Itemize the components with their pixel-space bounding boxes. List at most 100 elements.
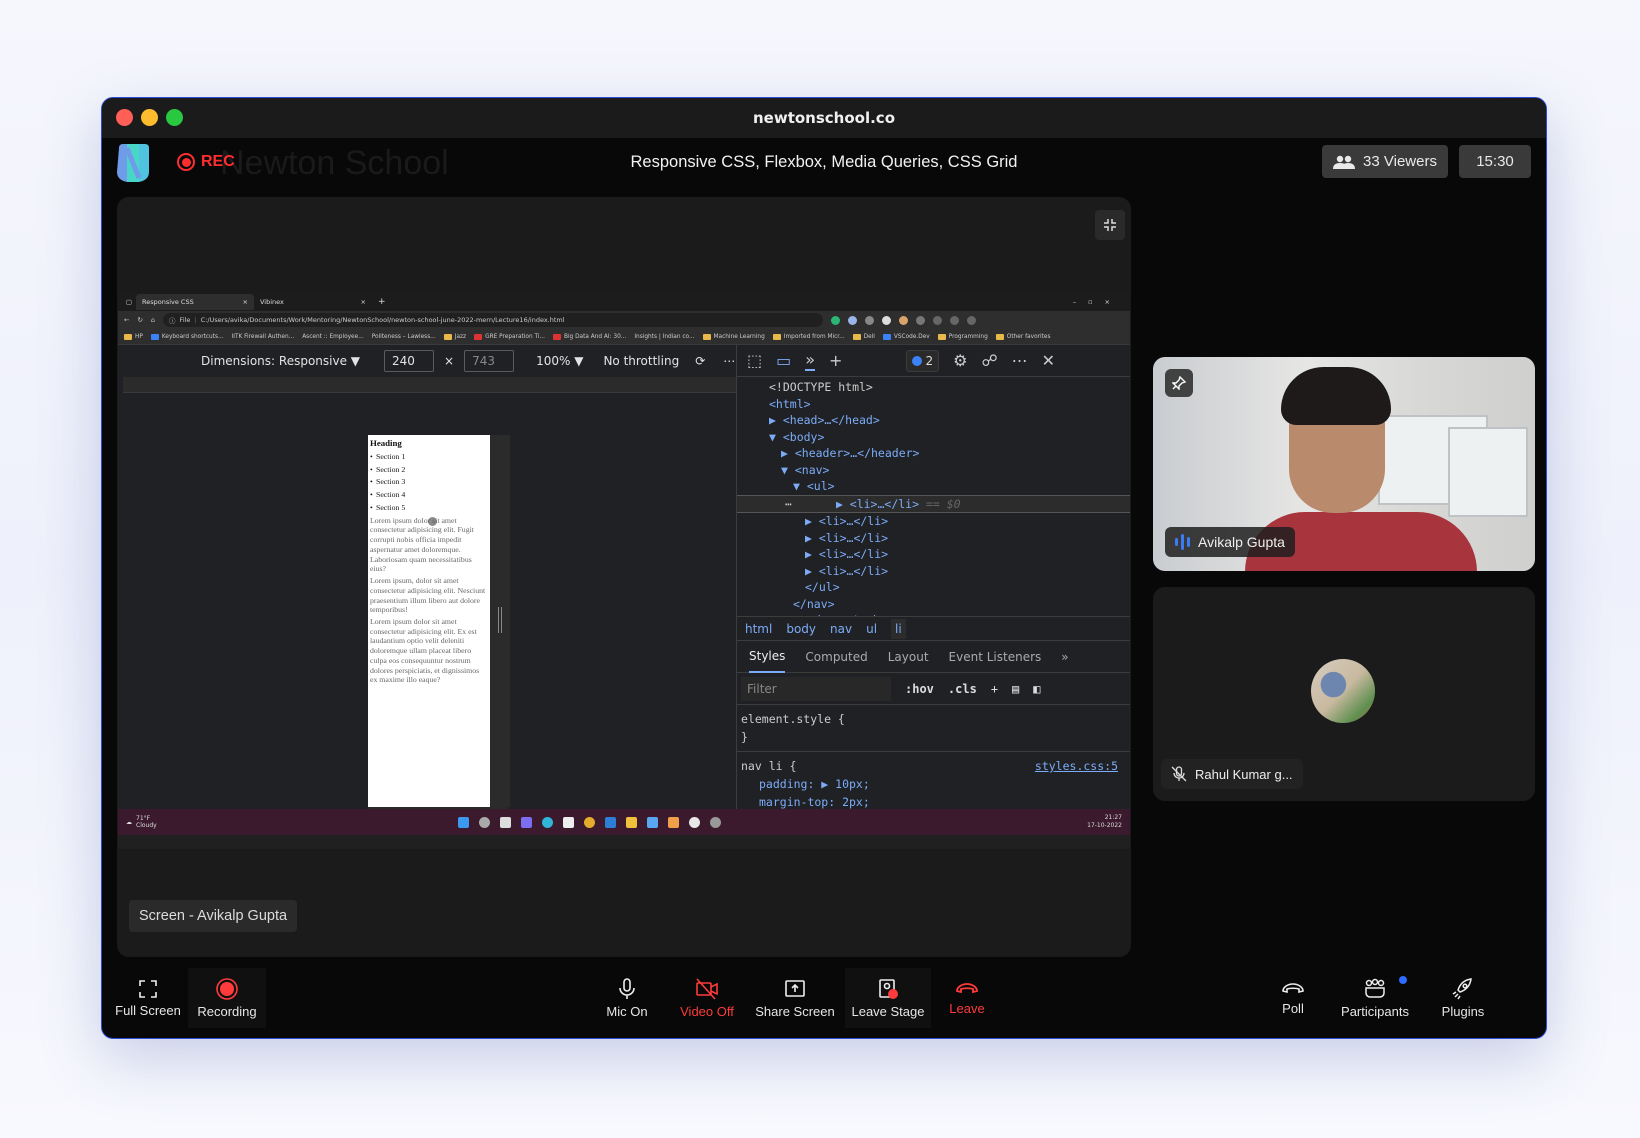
- vscode-icon[interactable]: [605, 816, 616, 828]
- minimize-window-button[interactable]: [141, 109, 158, 126]
- styles-filter-input[interactable]: Filter: [741, 676, 891, 701]
- rotate-icon[interactable]: ⟳: [695, 354, 705, 368]
- start-icon[interactable]: [458, 816, 469, 828]
- bookmark[interactable]: Jazz: [443, 333, 466, 340]
- feedback-icon[interactable]: ☍: [981, 351, 997, 370]
- breadcrumb-item[interactable]: body: [786, 622, 816, 636]
- add-tab-icon[interactable]: +: [829, 351, 842, 370]
- resize-handle-right[interactable]: [498, 607, 502, 633]
- bookmark-other-favorites[interactable]: Other favorites: [995, 333, 1051, 340]
- poll-button[interactable]: Poll: [1265, 968, 1321, 1028]
- paint-icon[interactable]: ▤: [1012, 682, 1019, 696]
- dom-node[interactable]: ▶ <header>…</header>: [737, 445, 1130, 462]
- more-tools-icon[interactable]: »: [805, 350, 816, 371]
- teams-icon[interactable]: [521, 816, 532, 828]
- app-icon[interactable]: [647, 816, 658, 828]
- height-input[interactable]: 743: [464, 350, 515, 372]
- bookmark[interactable]: Imported from Micr...: [772, 333, 845, 340]
- viewers-button[interactable]: 33 Viewers: [1322, 145, 1448, 178]
- node-actions-icon[interactable]: ⋯: [785, 497, 792, 511]
- nav-item[interactable]: Section 4: [370, 490, 488, 500]
- dimensions-dropdown[interactable]: Dimensions: Responsive ▼: [201, 354, 360, 368]
- mic-button[interactable]: Mic On: [592, 968, 662, 1028]
- participant-video-tile[interactable]: Avikalp Gupta: [1153, 357, 1535, 571]
- bookmark[interactable]: GRE Preparation Ti...: [474, 333, 545, 340]
- breadcrumb-item[interactable]: ul: [866, 622, 877, 636]
- breadcrumb-item[interactable]: li: [891, 618, 906, 639]
- tab-computed[interactable]: Computed: [805, 650, 867, 664]
- breadcrumb-item[interactable]: html: [745, 622, 772, 636]
- bookmark[interactable]: Big Data And AI: 30...: [552, 333, 626, 340]
- nav-item[interactable]: Section 5: [370, 503, 488, 513]
- app-icon[interactable]: [668, 816, 679, 828]
- bookmark[interactable]: Machine Learning: [702, 333, 765, 340]
- tab-layout[interactable]: Layout: [888, 650, 929, 664]
- reload-icon[interactable]: ↻: [137, 316, 142, 324]
- exit-fullscreen-button[interactable]: [1095, 210, 1125, 240]
- chrome-icon[interactable]: [584, 816, 595, 828]
- full-screen-button[interactable]: Full Screen: [110, 968, 186, 1028]
- nav-item[interactable]: Section 1: [370, 452, 488, 462]
- nav-item[interactable]: Section 2: [370, 465, 488, 475]
- close-window-button[interactable]: [116, 109, 133, 126]
- leave-stage-button[interactable]: Leave Stage: [845, 968, 931, 1028]
- tab-actions-icon[interactable]: ▢: [122, 298, 136, 306]
- home-icon[interactable]: ⌂: [151, 316, 155, 324]
- plugins-button[interactable]: Plugins: [1427, 968, 1499, 1028]
- bookmark[interactable]: VSCode.Dev: [882, 333, 930, 340]
- dom-node[interactable]: ⋯ ▶ <li>…</li> == $0: [737, 494, 1130, 513]
- new-rule-icon[interactable]: +: [991, 682, 998, 696]
- zoom-dropdown[interactable]: 100% ▼: [536, 354, 583, 368]
- tab-event-listeners[interactable]: Event Listeners: [949, 650, 1042, 664]
- dom-node[interactable]: <html>: [737, 396, 1130, 413]
- dom-node[interactable]: ▶ <head>…</head>: [737, 412, 1130, 429]
- task-view-icon[interactable]: [500, 816, 511, 828]
- extension-icon[interactable]: [916, 315, 926, 325]
- device-toggle-icon[interactable]: ▭: [776, 351, 791, 370]
- share-screen-button[interactable]: Share Screen: [747, 968, 843, 1028]
- dom-node[interactable]: ▶ <li>…</li>: [737, 546, 1130, 563]
- new-tab-button[interactable]: +: [378, 297, 386, 307]
- nav-item[interactable]: Section 3: [370, 477, 488, 487]
- participant-audio-tile[interactable]: Rahul Kumar g...: [1153, 587, 1535, 801]
- more-options-icon[interactable]: ⋯: [723, 354, 735, 368]
- dom-node[interactable]: </nav>: [737, 596, 1130, 613]
- pin-button[interactable]: [1165, 369, 1193, 397]
- bookmark[interactable]: Dell: [852, 333, 875, 340]
- dom-node[interactable]: ▶ <li>…</li>: [737, 563, 1130, 580]
- close-devtools-icon[interactable]: ✕: [1042, 351, 1055, 370]
- inspect-icon[interactable]: ⬚: [747, 351, 762, 370]
- dom-node[interactable]: ▼ <body>: [737, 429, 1130, 446]
- back-icon[interactable]: ←: [124, 316, 129, 324]
- extension-icon[interactable]: [848, 315, 858, 325]
- system-clock[interactable]: 21:27 17-10-2022: [1087, 814, 1122, 830]
- dom-node[interactable]: ▶ <li>…</li>: [737, 530, 1130, 547]
- url-field[interactable]: ⓘ File | C:/Users/avika/Documents/Work/M…: [163, 313, 824, 327]
- extension-icon[interactable]: [865, 315, 875, 325]
- tab-close-icon[interactable]: ×: [243, 298, 248, 306]
- tab-close-icon[interactable]: ×: [361, 298, 366, 306]
- bookmark[interactable]: Politeness – Lawless...: [372, 334, 436, 340]
- maximize-window-button[interactable]: [166, 109, 183, 126]
- dom-node[interactable]: </ul>: [737, 579, 1130, 596]
- extension-icon[interactable]: [882, 315, 892, 325]
- bookmark[interactable]: IITK Firewall Authen...: [232, 334, 295, 340]
- width-input[interactable]: 240: [384, 350, 435, 372]
- throttling-dropdown[interactable]: No throttling: [603, 354, 679, 368]
- breadcrumb-item[interactable]: nav: [830, 622, 852, 636]
- participants-button[interactable]: Participants: [1327, 968, 1423, 1028]
- search-icon[interactable]: [479, 816, 490, 828]
- video-button[interactable]: Video Off: [667, 968, 747, 1028]
- css-property[interactable]: padding: ▶ 10px;: [741, 775, 1126, 793]
- issues-badge[interactable]: 2: [906, 349, 940, 372]
- more-icon[interactable]: ⋯: [1012, 351, 1028, 370]
- edge-icon[interactable]: [542, 816, 553, 828]
- dom-node[interactable]: <!DOCTYPE html>: [737, 379, 1130, 396]
- tab-styles[interactable]: Styles: [749, 641, 786, 673]
- leave-button[interactable]: Leave: [937, 968, 997, 1028]
- bookmark[interactable]: Insights | Indian co...: [634, 334, 694, 340]
- store-icon[interactable]: [563, 816, 574, 828]
- bookmark[interactable]: Ascent :: Employee...: [302, 334, 364, 340]
- media-query-ruler[interactable]: [123, 377, 743, 393]
- extension-icon[interactable]: [899, 315, 909, 325]
